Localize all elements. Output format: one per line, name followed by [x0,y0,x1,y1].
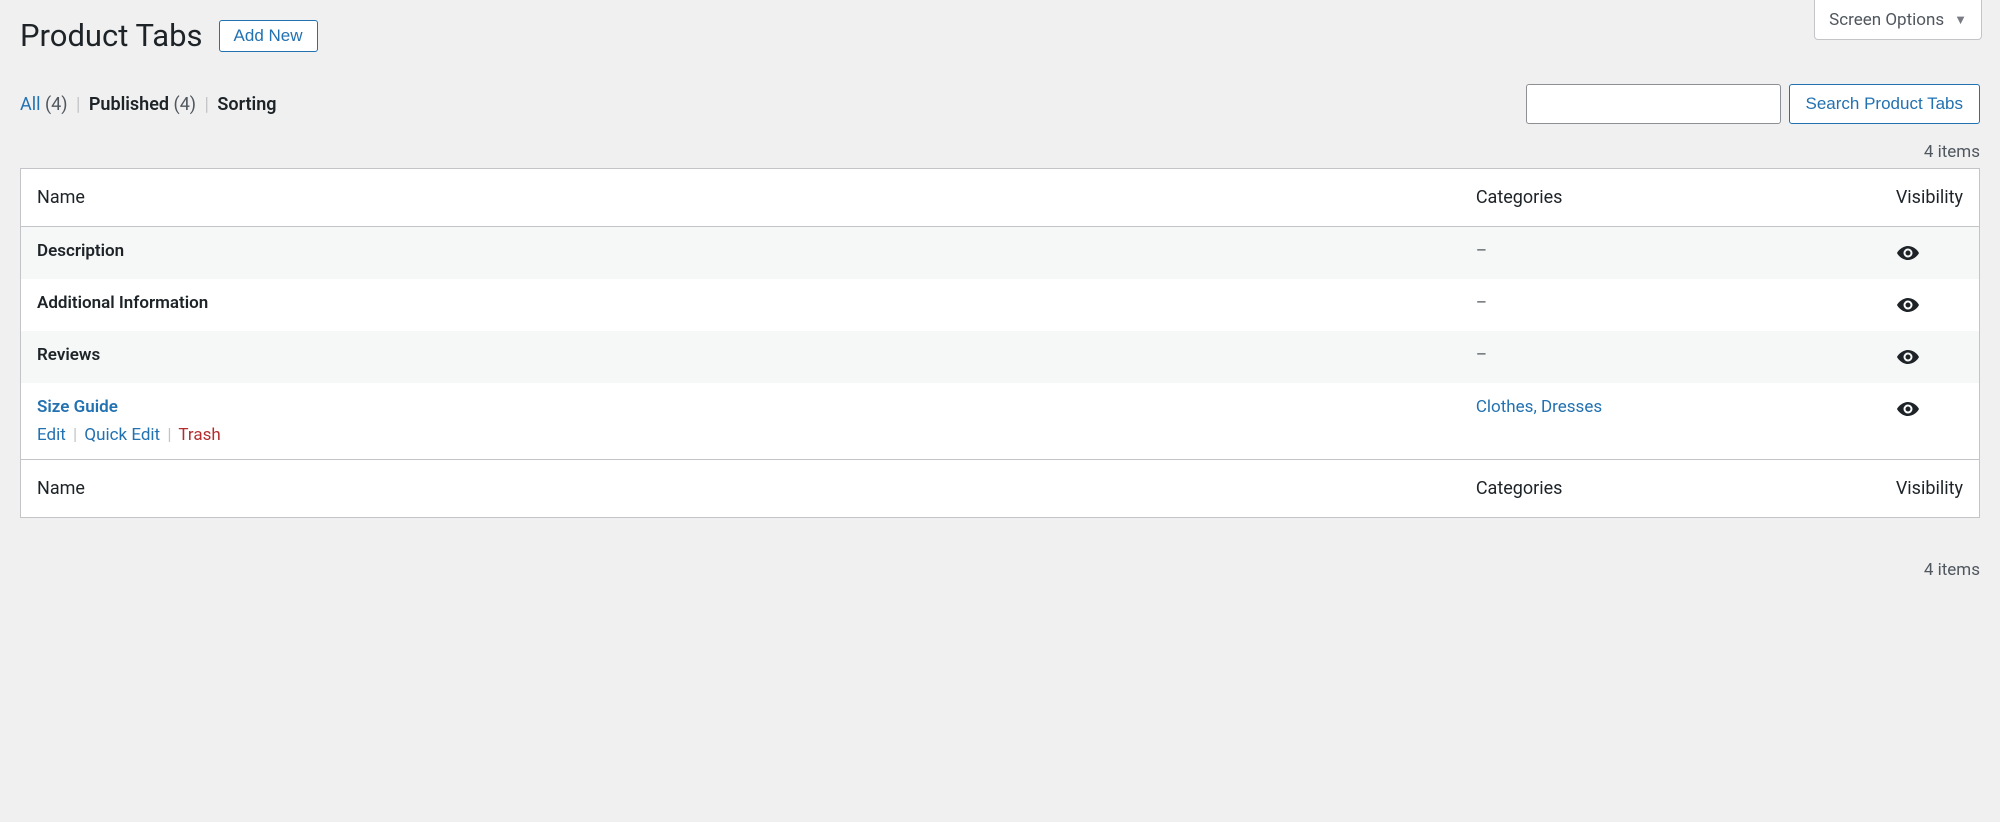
row-title: Additional Information [37,293,208,313]
eye-icon [1896,293,1963,317]
status-filters: All (4) | Published (4) | Sorting [20,94,277,115]
trash-link[interactable]: Trash [178,425,220,445]
screen-options-label: Screen Options [1829,10,1944,30]
filter-all-count: (4) [45,94,68,115]
eye-icon [1896,241,1963,265]
separator: | [201,94,213,115]
chevron-down-icon: ▼ [1954,12,1967,28]
edit-link[interactable]: Edit [37,425,66,445]
footer-column-visibility[interactable]: Visibility [1880,460,1980,518]
page-title: Product Tabs [20,16,203,56]
items-count-top: 4 items [20,142,1980,162]
filter-published[interactable]: Published [89,94,169,115]
row-title-link[interactable]: Size Guide [37,397,118,417]
column-header-categories[interactable]: Categories [1460,169,1880,227]
product-tabs-table: Name Categories Visibility Description – [20,168,1980,518]
row-title: Reviews [37,345,100,365]
footer-column-categories[interactable]: Categories [1460,460,1880,518]
separator: | [70,425,80,445]
filter-all[interactable]: All [20,94,41,115]
row-title: Description [37,241,124,261]
row-actions: Edit | Quick Edit | Trash [37,425,1444,445]
separator: | [164,425,174,445]
footer-column-name[interactable]: Name [21,460,1460,518]
filter-published-count: (4) [174,94,197,115]
items-count-bottom: 4 items [20,560,1980,580]
eye-icon [1896,397,1963,421]
column-header-visibility[interactable]: Visibility [1880,169,1980,227]
row-categories: – [1476,241,1487,261]
table-row: Description – [21,227,1980,280]
add-new-button[interactable]: Add New [219,20,318,52]
quick-edit-link[interactable]: Quick Edit [84,425,160,445]
column-header-name[interactable]: Name [21,169,1460,227]
table-row: Additional Information – [21,279,1980,331]
row-categories: – [1476,293,1487,313]
eye-icon [1896,345,1963,369]
row-categories-link[interactable]: Clothes, Dresses [1476,397,1602,417]
row-categories: – [1476,345,1487,365]
separator: | [72,94,84,115]
screen-options-toggle[interactable]: Screen Options ▼ [1814,0,1982,40]
table-row: Size Guide Edit | Quick Edit | Trash Clo… [21,383,1980,460]
filter-sorting[interactable]: Sorting [217,94,276,115]
search-button[interactable]: Search Product Tabs [1789,84,1981,124]
table-row: Reviews – [21,331,1980,383]
search-input[interactable] [1526,84,1781,124]
